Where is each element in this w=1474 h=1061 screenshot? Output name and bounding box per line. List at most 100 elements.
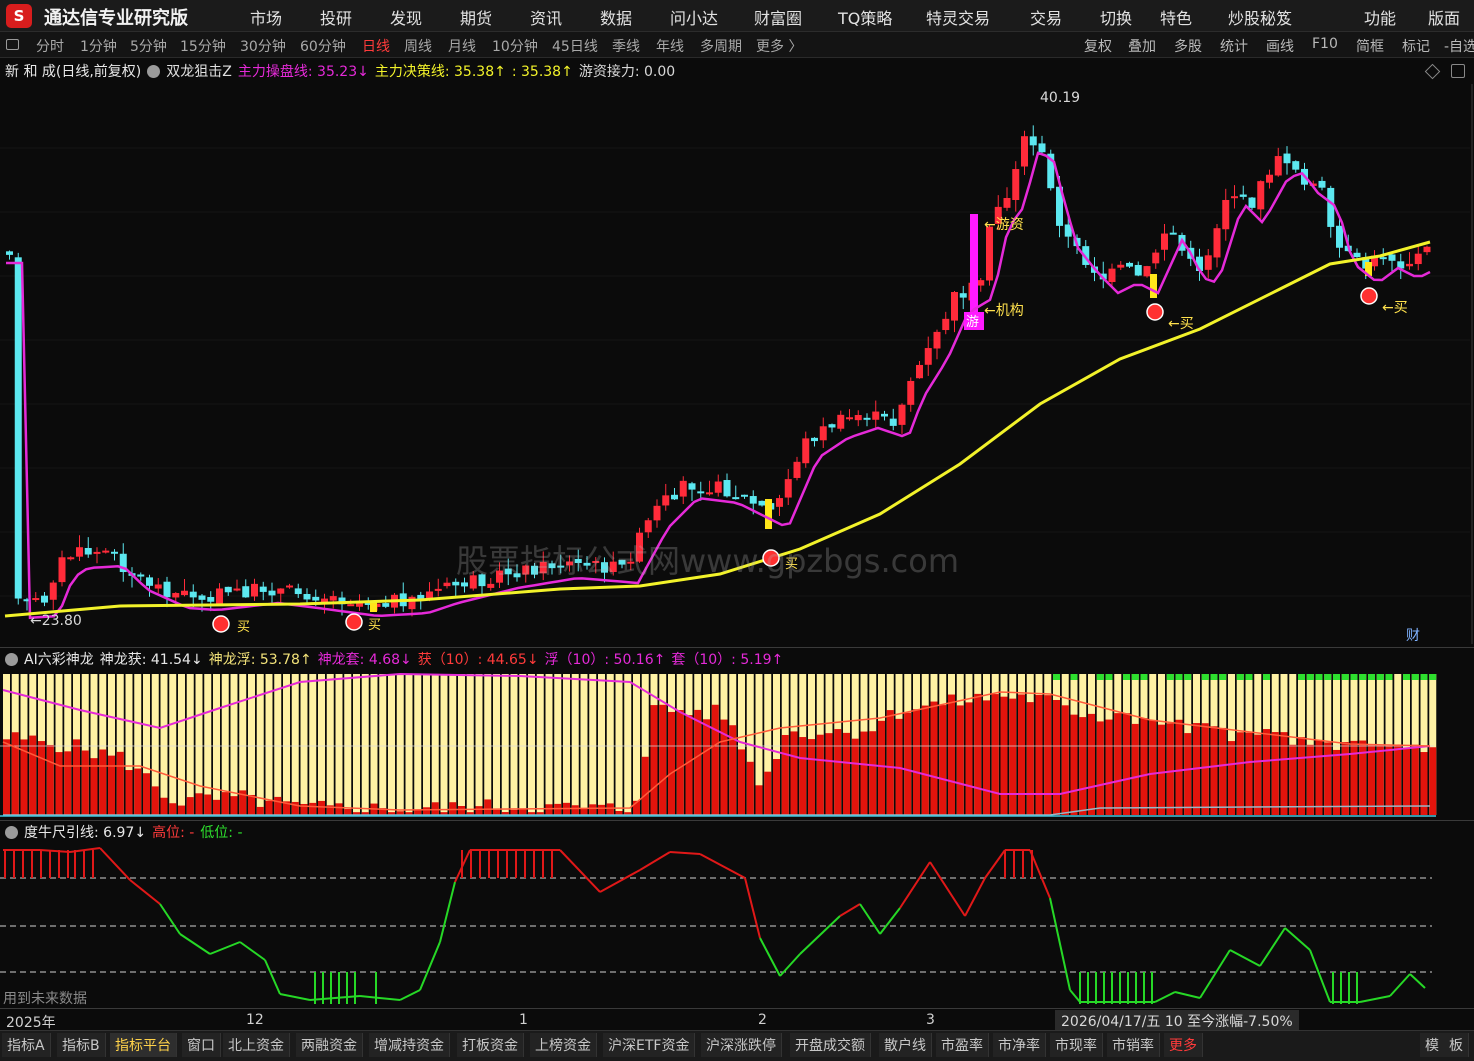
menu-data[interactable]: 数据 — [600, 5, 632, 29]
period-intraday[interactable]: 分时 — [36, 36, 64, 56]
tab-etf-fund[interactable]: 沪深ETF资金 — [603, 1033, 696, 1057]
tao-bar — [1306, 674, 1314, 680]
tab-window[interactable]: 窗口 — [182, 1033, 221, 1057]
menu-functions[interactable]: 功能 — [1364, 5, 1396, 29]
huo-bar — [1210, 726, 1218, 815]
tab-margin[interactable]: 两融资金 — [296, 1033, 363, 1057]
tab-indicator-platform[interactable]: 指标平台 — [110, 1033, 177, 1057]
tab-billboard-fund[interactable]: 上榜资金 — [530, 1033, 597, 1057]
tao-bar — [1131, 674, 1139, 680]
candle-up — [443, 582, 451, 587]
fu-bar — [213, 674, 220, 815]
menu-tips[interactable]: 炒股秘笈 — [1228, 5, 1292, 29]
indicator-name[interactable]: 双龙狙击Z — [166, 64, 232, 80]
tab-pb[interactable]: 市净率 — [993, 1033, 1046, 1057]
tab-board[interactable]: 板 — [1444, 1033, 1469, 1057]
period-5min[interactable]: 5分钟 — [130, 36, 167, 56]
candlestick-chart[interactable]: 40.19←23.80←游资←机构游买 买买←买←买财股票指标公式网www.gpz… — [0, 84, 1474, 644]
period-daily[interactable]: 日线 — [362, 36, 390, 56]
tab-pe[interactable]: 市盈率 — [936, 1033, 989, 1057]
huo-bar — [790, 731, 798, 815]
tool-statistics[interactable]: 统计 — [1220, 36, 1248, 56]
menu-market[interactable]: 市场 — [250, 5, 282, 29]
tab-pcf[interactable]: 市现率 — [1050, 1033, 1103, 1057]
period-weekly[interactable]: 周线 — [404, 36, 432, 56]
menu-research[interactable]: 投研 — [320, 5, 352, 29]
huo-bar — [668, 711, 675, 815]
indicator1-name[interactable]: AI六彩神龙 — [24, 652, 94, 668]
period-monthly[interactable]: 月线 — [448, 36, 476, 56]
maximize-icon[interactable] — [1451, 64, 1465, 78]
tab-indicator-a[interactable]: 指标A — [2, 1033, 51, 1057]
menu-ask-xiaoda[interactable]: 问小达 — [670, 5, 718, 29]
tool-mark[interactable]: 标记 — [1402, 36, 1430, 56]
indicator2-name[interactable]: 度牛尺引线 — [24, 825, 94, 841]
huo-bar — [1079, 717, 1087, 815]
tab-open-volume[interactable]: 开盘成交额 — [790, 1033, 871, 1057]
tao-bar — [1096, 674, 1104, 680]
period-45day[interactable]: 45日线 — [552, 36, 598, 56]
menu-news[interactable]: 资讯 — [530, 5, 562, 29]
sidebar-toggle-icon[interactable] — [6, 39, 19, 50]
menu-trade[interactable]: 交易 — [1030, 5, 1062, 29]
huo-bar — [1009, 698, 1017, 815]
period-60min[interactable]: 60分钟 — [300, 36, 346, 56]
huo-bar — [1228, 741, 1235, 815]
tool-multi-stock[interactable]: 多股 — [1174, 36, 1202, 56]
tab-retail-line[interactable]: 散户线 — [879, 1033, 932, 1057]
tab-limit-up-fund[interactable]: 打板资金 — [457, 1033, 524, 1057]
indicator2-toggle-icon[interactable] — [5, 826, 18, 839]
oscillator-segment — [964, 877, 986, 917]
menu-teling-trade[interactable]: 特灵交易 — [926, 5, 990, 29]
menu-switch[interactable]: 切换 — [1100, 5, 1132, 29]
low-position-value: 低位: - — [200, 825, 243, 841]
tab-limit-stats[interactable]: 沪深涨跌停 — [701, 1033, 782, 1057]
oscillator-segment — [1174, 991, 1201, 999]
period-10min[interactable]: 10分钟 — [492, 36, 538, 56]
period-1min[interactable]: 1分钟 — [80, 36, 117, 56]
indicator1-toggle-icon[interactable] — [5, 653, 18, 666]
duniu-oscillator-chart[interactable] — [0, 842, 1474, 1008]
tool-simple-frame[interactable]: 简框 — [1356, 36, 1384, 56]
period-multi[interactable]: 多周期 — [700, 36, 742, 56]
period-15min[interactable]: 15分钟 — [180, 36, 226, 56]
tab-holding-change[interactable]: 增减持资金 — [369, 1033, 450, 1057]
indicator-toggle-icon[interactable] — [147, 65, 161, 78]
tab-template[interactable]: 模 — [1420, 1033, 1445, 1057]
huo-bar — [913, 709, 920, 815]
huo-bar — [1403, 748, 1410, 815]
period-yearly[interactable]: 年线 — [656, 36, 684, 56]
fu-bar — [431, 674, 439, 815]
tool-overlay[interactable]: 叠加 — [1128, 36, 1156, 56]
tab-ps[interactable]: 市销率 — [1107, 1033, 1160, 1057]
tool-draw[interactable]: 画线 — [1266, 36, 1294, 56]
tao-bar — [1385, 674, 1393, 680]
tab-indicator-b[interactable]: 指标B — [57, 1033, 106, 1057]
diamond-icon[interactable] — [1424, 63, 1441, 80]
candle-up — [846, 417, 853, 420]
tab-northbound[interactable]: 北上资金 — [223, 1033, 290, 1057]
tool-adjust[interactable]: 复权 — [1084, 36, 1112, 56]
menu-discover[interactable]: 发现 — [390, 5, 422, 29]
huo-bar — [484, 799, 492, 815]
fu-bar — [274, 674, 282, 815]
period-more[interactable]: 更多 〉 — [756, 36, 802, 56]
period-quarterly[interactable]: 季线 — [612, 36, 640, 56]
fu-bar — [519, 674, 527, 815]
menu-special[interactable]: 特色 — [1160, 5, 1192, 29]
tool-watchlist[interactable]: -自选 — [1444, 36, 1474, 56]
ai-shenlong-chart[interactable] — [0, 670, 1474, 818]
period-30min[interactable]: 30分钟 — [240, 36, 286, 56]
tool-f10[interactable]: F10 — [1312, 36, 1338, 52]
menu-layout[interactable]: 版面 — [1428, 5, 1460, 29]
huo-bar — [808, 739, 815, 815]
menu-wealth-circle[interactable]: 财富圈 — [754, 5, 802, 29]
huo-bar — [1289, 744, 1297, 815]
menu-tq-strategy[interactable]: TQ策略 — [838, 5, 892, 29]
candle-down — [1134, 264, 1142, 276]
menu-futures[interactable]: 期货 — [460, 5, 492, 29]
main-chart-header: 新 和 成(日线,前复权) 双龙狙击Z 主力操盘线: 35.23↓ 主力决策线: 35… — [0, 61, 681, 83]
oscillator-segment — [39, 849, 71, 853]
huo-bar — [1166, 723, 1174, 815]
tab-more[interactable]: 更多 — [1164, 1033, 1203, 1057]
